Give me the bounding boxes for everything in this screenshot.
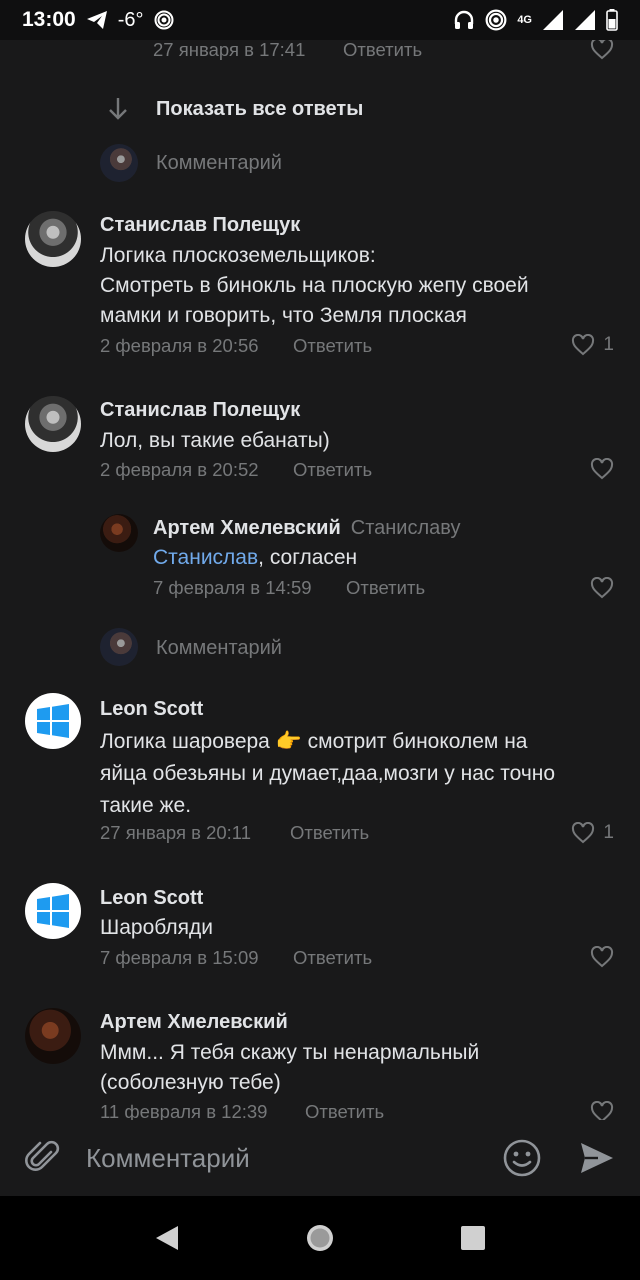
heart-icon: [572, 822, 595, 844]
hotspot-icon: [485, 9, 507, 31]
avatar[interactable]: [25, 693, 81, 749]
comment-composer: Комментарий: [0, 1120, 640, 1196]
comment-timestamp: 11 февраля в 12:39: [100, 1101, 268, 1120]
like-button[interactable]: [590, 458, 614, 480]
comment-timestamp: 2 февраля в 20:52: [100, 459, 259, 480]
avatar[interactable]: [25, 1008, 81, 1064]
windows-logo-icon: [37, 894, 69, 928]
emoji-icon[interactable]: [502, 1138, 542, 1178]
paperclip-icon[interactable]: [24, 1138, 64, 1178]
network-type: 4G: [517, 13, 532, 26]
add-comment-field[interactable]: Комментарий: [156, 637, 282, 660]
my-avatar: [100, 628, 138, 666]
reply-button[interactable]: Ответить: [305, 1101, 384, 1120]
like-button[interactable]: [590, 577, 614, 599]
avatar[interactable]: [25, 396, 81, 452]
avatar[interactable]: [25, 883, 81, 939]
comment-author[interactable]: Станислав Полещук: [100, 214, 300, 237]
comment-text: Шаробляди: [100, 916, 213, 939]
temperature: -6°: [117, 8, 144, 31]
mention-link[interactable]: Станислав: [153, 546, 258, 569]
status-time: 13:00: [22, 8, 76, 31]
telegram-icon: [86, 10, 108, 30]
headphones-icon: [453, 10, 475, 30]
signal-icon: [574, 9, 596, 31]
comment-author[interactable]: Leon Scott: [100, 887, 203, 910]
reply-to-user[interactable]: Станиславу: [351, 517, 461, 539]
comment-author[interactable]: Станислав Полещук: [100, 399, 300, 422]
comments-feed[interactable]: 27 января в 17:41 Ответить Показать все …: [0, 40, 640, 1120]
heart-icon: [590, 577, 614, 599]
like-button[interactable]: 1: [571, 334, 614, 356]
my-avatar: [100, 144, 138, 182]
heart-icon: [590, 946, 614, 968]
comment-input[interactable]: Комментарий: [86, 1143, 502, 1174]
show-all-replies-button[interactable]: Показать все ответы: [156, 98, 363, 121]
recents-icon[interactable]: [443, 1208, 503, 1268]
comment-text: Станислав, согласен: [153, 546, 358, 569]
send-icon[interactable]: [578, 1139, 616, 1177]
reply-button[interactable]: Ответить: [293, 335, 372, 357]
comment-author[interactable]: Артем Хмелевский: [153, 517, 341, 539]
add-comment-field[interactable]: Комментарий: [156, 152, 282, 175]
comment-author[interactable]: Артем Хмелевский: [100, 1011, 288, 1034]
avatar[interactable]: [25, 211, 81, 267]
like-count: 1: [603, 334, 614, 355]
heart-icon: [590, 458, 614, 480]
reply-button[interactable]: Ответить: [346, 577, 425, 599]
battery-icon: [606, 9, 618, 31]
reply-button[interactable]: Ответить: [343, 40, 422, 61]
comment-text: Ммм... Я тебя скажу ты ненармальный (соб…: [100, 1041, 480, 1094]
screen: 13:00 -6° 4G 27 января в 17:41 Ответить …: [0, 0, 640, 1280]
reply-button[interactable]: Ответить: [293, 947, 372, 969]
heart-icon: [572, 334, 595, 356]
comment-text: Логика шаровера 👉 смотрит биноколем на я…: [100, 730, 556, 817]
heart-icon: [590, 1101, 614, 1120]
reply-button[interactable]: Ответить: [290, 822, 369, 844]
heart-icon: [590, 40, 614, 60]
comment-timestamp: 27 января в 17:41: [153, 40, 306, 60]
comment-timestamp: 27 января в 20:11: [100, 822, 251, 843]
signal-icon: [542, 9, 564, 31]
like-count: 1: [603, 822, 614, 843]
like-button[interactable]: 1: [571, 822, 614, 844]
like-button[interactable]: [590, 1101, 614, 1120]
home-icon[interactable]: [290, 1208, 350, 1268]
system-nav-bar: [0, 1196, 640, 1280]
comment-timestamp: 7 февраля в 14:59: [153, 577, 312, 598]
comment-author[interactable]: Leon Scott: [100, 698, 203, 721]
arrow-down-icon: [106, 96, 130, 127]
like-button[interactable]: [590, 946, 614, 968]
comment-timestamp: 7 февраля в 15:09: [100, 947, 259, 968]
like-button[interactable]: [590, 40, 614, 60]
comment-text: Логика плоскоземельщиков: Смотреть в бин…: [100, 244, 529, 327]
back-icon[interactable]: [137, 1208, 197, 1268]
comment-text: Лол, вы такие ебанаты): [100, 429, 330, 452]
hotspot-icon: [154, 10, 174, 30]
status-bar: 13:00 -6° 4G: [0, 0, 640, 40]
windows-logo-icon: [37, 704, 69, 738]
avatar[interactable]: [100, 514, 138, 552]
reply-button[interactable]: Ответить: [293, 459, 372, 481]
comment-timestamp: 2 февраля в 20:56: [100, 335, 259, 356]
reply-author: Артем Хмелевский Станиславу: [153, 517, 460, 540]
